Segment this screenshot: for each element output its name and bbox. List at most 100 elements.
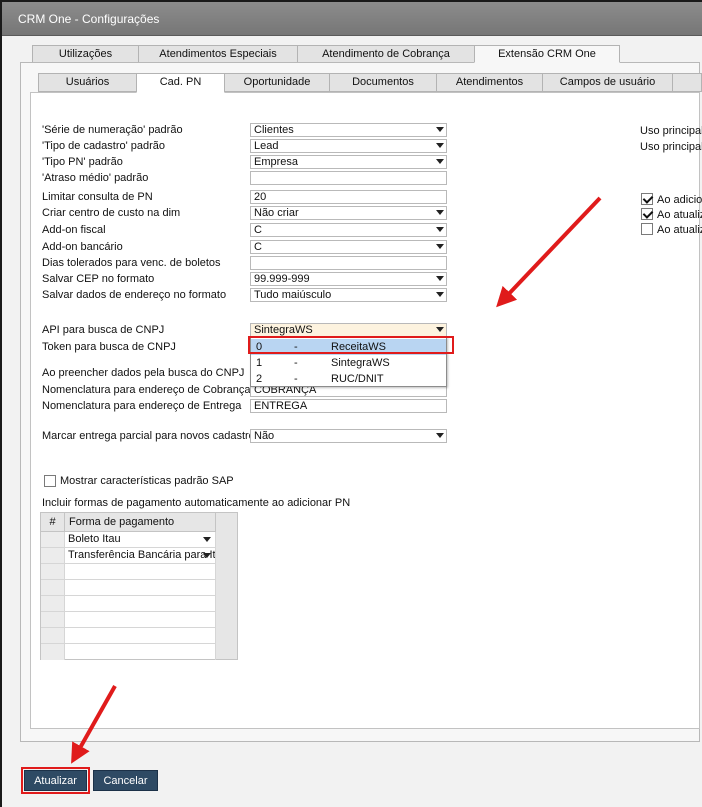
endereco-value: Tudo maiúsculo xyxy=(254,289,332,301)
chevron-down-icon xyxy=(436,292,444,297)
uso-principal-1: Uso principal xyxy=(640,125,702,137)
chevron-down-icon xyxy=(436,210,444,215)
chk-ao-adicionar[interactable] xyxy=(641,193,653,205)
cancel-button[interactable]: Cancelar xyxy=(93,770,158,791)
table-row[interactable] xyxy=(65,564,216,580)
limitar-value: 20 xyxy=(254,191,267,203)
addon-fiscal-label: Add-on fiscal xyxy=(42,224,106,236)
window-title: CRM One - Configurações xyxy=(18,12,160,26)
cell-forma: Transferência Bancária para It xyxy=(68,549,216,561)
chevron-down-icon xyxy=(436,327,444,332)
tab-overflow[interactable] xyxy=(672,73,702,92)
tab-atendimentos[interactable]: Atendimentos xyxy=(436,73,543,92)
serie-value: Clientes xyxy=(254,124,294,136)
row-number xyxy=(41,612,65,628)
col-header-forma[interactable]: Forma de pagamento xyxy=(65,513,216,532)
centro-custo-value: Não criar xyxy=(254,207,299,219)
payment-grid: # Forma de pagamento Boleto Itau Transfe… xyxy=(40,512,238,660)
dias-input[interactable] xyxy=(250,256,447,270)
table-row[interactable]: Transferência Bancária para It xyxy=(65,548,216,564)
marcar-select[interactable]: Não xyxy=(250,429,447,443)
nom-cobranca-label: Nomenclatura para endereço de Cobrança xyxy=(42,384,251,396)
chevron-down-icon xyxy=(436,433,444,438)
nom-entrega-input[interactable]: ENTREGA xyxy=(250,399,447,413)
api-select[interactable]: SintegraWS xyxy=(250,323,447,337)
chk-ao-adicionar-label: Ao adicio xyxy=(657,194,702,206)
uso-principal-2: Uso principal xyxy=(640,141,702,153)
serie-select[interactable]: Clientes xyxy=(250,123,447,137)
token-label: Token para busca de CNPJ xyxy=(42,341,176,353)
option-code: 1 xyxy=(256,357,263,369)
addon-fiscal-select[interactable]: C xyxy=(250,223,447,237)
tab-label: Utilizações xyxy=(58,48,113,60)
tipo-pn-label: 'Tipo PN' padrão xyxy=(42,156,123,168)
chk-ao-atualizar-2-label: Ao atualiz xyxy=(657,224,702,236)
table-row[interactable]: Boleto Itau xyxy=(65,532,216,548)
addon-bancario-select[interactable]: C xyxy=(250,240,447,254)
tab-label: Documentos xyxy=(352,76,414,88)
marcar-value: Não xyxy=(254,430,275,442)
tab-cad-pn[interactable]: Cad. PN xyxy=(136,73,225,93)
tipo-cadastro-label: 'Tipo de cadastro' padrão xyxy=(42,140,166,152)
tab-label: Campos de usuário xyxy=(559,76,656,88)
row-number xyxy=(41,548,65,564)
option-separator: - xyxy=(294,357,298,369)
option-name: SintegraWS xyxy=(331,357,390,369)
chevron-down-icon xyxy=(203,553,211,558)
tab-documentos[interactable]: Documentos xyxy=(329,73,437,92)
tab-usuarios[interactable]: Usuários xyxy=(38,73,137,92)
tab-label: Oportunidade xyxy=(243,76,311,88)
tab-oportunidade[interactable]: Oportunidade xyxy=(224,73,330,92)
tab-label: Atendimento de Cobrança xyxy=(322,48,450,60)
centro-custo-select[interactable]: Não criar xyxy=(250,206,447,220)
mostrar-label: Mostrar características padrão SAP xyxy=(60,475,234,487)
table-row[interactable] xyxy=(65,596,216,612)
chk-mostrar-caracteristicas[interactable] xyxy=(44,475,56,487)
option-code: 2 xyxy=(256,373,263,385)
tipo-cadastro-select[interactable]: Lead xyxy=(250,139,447,153)
option-separator: - xyxy=(294,373,298,385)
endereco-select[interactable]: Tudo maiúsculo xyxy=(250,288,447,302)
api-value: SintegraWS xyxy=(254,324,313,336)
table-row[interactable] xyxy=(65,644,216,660)
atraso-label: 'Atraso médio' padrão xyxy=(42,172,149,184)
tipo-pn-select[interactable]: Empresa xyxy=(250,155,447,169)
atraso-input[interactable] xyxy=(250,171,447,185)
chevron-down-icon xyxy=(436,227,444,232)
api-label: API para busca de CNPJ xyxy=(42,324,165,336)
chevron-down-icon xyxy=(436,159,444,164)
table-row[interactable] xyxy=(65,580,216,596)
cep-value: 99.999-999 xyxy=(254,273,310,285)
tab-label: Usuários xyxy=(65,76,110,88)
chk-ao-atualizar-2[interactable] xyxy=(641,223,653,235)
dropdown-option-ruc-dnit[interactable]: 2 - RUC/DNIT xyxy=(251,371,446,387)
grid-filler xyxy=(216,513,237,659)
chevron-down-icon xyxy=(436,276,444,281)
row-number xyxy=(41,644,65,660)
cell-forma: Boleto Itau xyxy=(68,533,121,545)
incluir-label: Incluir formas de pagamento automaticame… xyxy=(42,497,351,509)
table-row[interactable] xyxy=(65,612,216,628)
chk-ao-atualizar-1-label: Ao atualiz xyxy=(657,209,702,221)
option-name: RUC/DNIT xyxy=(331,373,384,385)
chevron-down-icon xyxy=(436,127,444,132)
nom-entrega-label: Nomenclatura para endereço de Entrega xyxy=(42,400,242,412)
chevron-down-icon xyxy=(436,143,444,148)
row-number xyxy=(41,596,65,612)
highlight-box-receitaws xyxy=(248,336,454,354)
chk-ao-atualizar-1[interactable] xyxy=(641,208,653,220)
dropdown-option-sintegraws[interactable]: 1 - SintegraWS xyxy=(251,355,446,371)
tab-campos-usuario[interactable]: Campos de usuário xyxy=(542,73,673,92)
tab-label: Cad. PN xyxy=(159,76,202,88)
table-row[interactable] xyxy=(65,628,216,644)
cep-select[interactable]: 99.999-999 xyxy=(250,272,447,286)
limitar-input[interactable]: 20 xyxy=(250,190,447,204)
tab-label: Atendimentos Especiais xyxy=(159,48,277,60)
marcar-label: Marcar entrega parcial para novos cadast… xyxy=(42,430,261,442)
limitar-label: Limitar consulta de PN xyxy=(42,191,153,203)
tab-extensao-crm-one[interactable]: Extensão CRM One xyxy=(474,45,620,63)
addon-bancario-label: Add-on bancário xyxy=(42,241,123,253)
row-number xyxy=(41,564,65,580)
tipo-pn-value: Empresa xyxy=(254,156,299,168)
endereco-label: Salvar dados de endereço no formato xyxy=(42,289,227,301)
